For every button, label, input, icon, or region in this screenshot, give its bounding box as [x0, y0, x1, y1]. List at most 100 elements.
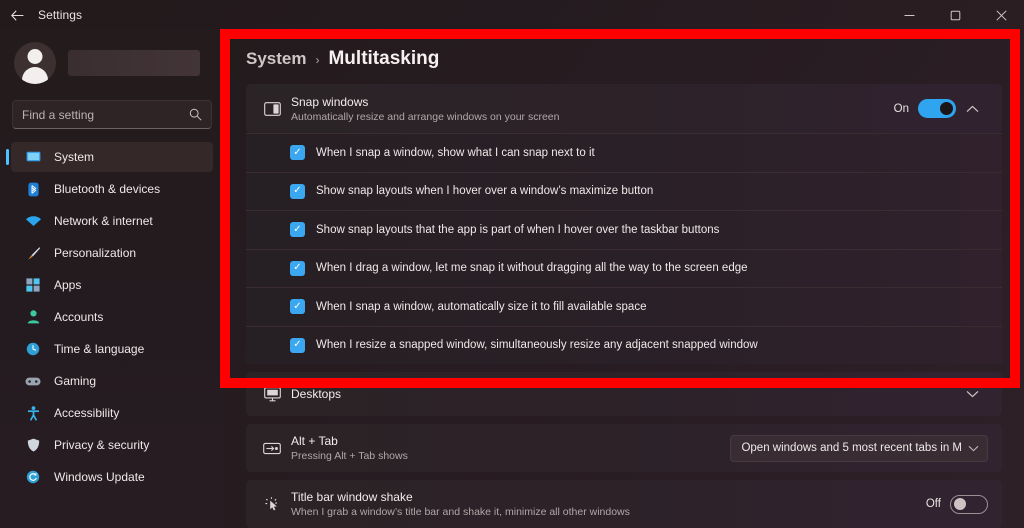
snap-windows-toggle-state: On [893, 102, 909, 115]
sidebar-item-apps[interactable]: Apps [11, 270, 213, 300]
main-content: System › Multitasking Snap windows Autom… [224, 30, 1024, 528]
snap-option-row[interactable]: ✓ Show snap layouts that the app is part… [246, 210, 1002, 249]
sidebar-item-label: Privacy & security [54, 438, 150, 452]
snap-option-label: When I snap a window, show what I can sn… [316, 146, 595, 159]
snap-option-row[interactable]: ✓ When I drag a window, let me snap it w… [246, 248, 1002, 287]
sidebar-item-bluetooth-devices[interactable]: Bluetooth & devices [11, 174, 213, 204]
title-bar-shake-title: Title bar window shake [291, 490, 413, 504]
snap-option-label: When I resize a snapped window, simultan… [316, 339, 758, 352]
sidebar-item-label: Personalization [54, 246, 137, 260]
sidebar-nav: System Bluetooth & devices Network & int… [0, 142, 224, 492]
chevron-down-icon[interactable] [966, 390, 988, 398]
paintbrush-icon [23, 244, 43, 262]
snap-option-label: Show snap layouts when I hover over a wi… [316, 185, 654, 198]
snap-option-row[interactable]: ✓ Show snap layouts when I hover over a … [246, 171, 1002, 210]
chevron-down-icon [968, 445, 979, 452]
sidebar-item-accessibility[interactable]: Accessibility [11, 398, 213, 428]
search-icon [189, 108, 202, 121]
sidebar-item-network-internet[interactable]: Network & internet [11, 206, 213, 236]
person-icon [23, 308, 43, 326]
desktops-text: Desktops [291, 387, 956, 401]
checkbox-checked[interactable]: ✓ [290, 299, 305, 315]
alt-tab-dropdown[interactable]: Open windows and 5 most recent tabs in M [730, 434, 988, 462]
snap-windows-card-header[interactable]: Snap windows Automatically resize and ar… [246, 84, 1002, 133]
alt-tab-text: Alt + Tab Pressing Alt + Tab shows [291, 434, 730, 462]
minimize-button[interactable] [886, 0, 932, 30]
snap-layout-icon [259, 101, 285, 116]
breadcrumb: System › Multitasking [224, 30, 1024, 70]
title-bar-shake-row[interactable]: Title bar window shake When I grab a win… [246, 480, 1002, 528]
sidebar-item-privacy-security[interactable]: Privacy & security [11, 430, 213, 460]
desktops-title: Desktops [291, 387, 342, 401]
breadcrumb-parent[interactable]: System [246, 49, 306, 69]
snap-windows-title: Snap windows [291, 94, 369, 109]
refresh-circle-icon [23, 468, 43, 486]
search-input[interactable]: Find a setting [12, 100, 212, 129]
minimize-icon [904, 14, 914, 16]
wifi-icon [23, 212, 43, 230]
snap-option-row[interactable]: ✓ When I resize a snapped window, simult… [246, 325, 1002, 364]
snap-windows-toggle[interactable] [918, 99, 956, 118]
sidebar-item-gaming[interactable]: Gaming [11, 366, 213, 396]
sidebar-item-label: System [54, 150, 95, 164]
close-button[interactable] [978, 0, 1024, 30]
maximize-button[interactable] [932, 0, 978, 30]
sidebar-item-label: Accounts [54, 310, 104, 324]
desktops-icon [259, 386, 285, 402]
checkbox-checked[interactable]: ✓ [290, 337, 305, 353]
title-bar: Settings [0, 0, 1024, 30]
desktops-row[interactable]: Desktops [246, 372, 1002, 416]
sidebar: Find a setting System Bluetooth & device… [0, 30, 224, 528]
sidebar-item-windows-update[interactable]: Windows Update [11, 462, 213, 492]
breadcrumb-separator: › [315, 53, 320, 67]
chevron-up-icon[interactable] [966, 105, 988, 113]
snap-option-label: When I snap a window, automatically size… [316, 300, 647, 313]
snap-option-row[interactable]: ✓ When I snap a window, automatically si… [246, 287, 1002, 326]
back-button[interactable] [0, 0, 34, 30]
shield-icon [23, 436, 43, 454]
apps-grid-icon [23, 276, 43, 294]
arrow-left-icon [10, 9, 23, 21]
cursor-shake-icon [259, 496, 285, 512]
checkbox-checked[interactable]: ✓ [290, 260, 305, 276]
sidebar-item-label: Bluetooth & devices [54, 182, 161, 196]
title-bar-shake-text: Title bar window shake When I grab a win… [291, 490, 926, 518]
sidebar-item-label: Apps [54, 278, 82, 292]
alt-tab-icon [259, 442, 285, 455]
snap-option-row[interactable]: ✓ When I snap a window, show what I can … [246, 133, 1002, 172]
alt-tab-dropdown-value: Open windows and 5 most recent tabs in M [741, 442, 962, 454]
settings-window: Settings Find a setting System Bluetooth… [0, 0, 1024, 528]
sidebar-item-personalization[interactable]: Personalization [11, 238, 213, 268]
sidebar-item-accounts[interactable]: Accounts [11, 302, 213, 332]
window-title: Settings [38, 8, 83, 22]
snap-windows-text: Snap windows Automatically resize and ar… [291, 95, 894, 123]
sidebar-item-system[interactable]: System [6, 142, 213, 172]
sidebar-item-label: Windows Update [54, 470, 145, 484]
title-bar-shake-toggle[interactable] [950, 494, 988, 514]
snap-option-label: Show snap layouts that the app is part o… [316, 223, 720, 236]
monitor-icon [23, 148, 43, 166]
sidebar-item-label: Time & language [54, 342, 145, 356]
checkbox-checked[interactable]: ✓ [290, 183, 305, 199]
maximize-icon [950, 10, 960, 20]
snap-windows-subtitle: Automatically resize and arrange windows… [291, 110, 560, 123]
title-bar-shake-subtitle: When I grab a window’s title bar and sha… [291, 506, 630, 518]
checkbox-checked[interactable]: ✓ [290, 222, 305, 238]
title-bar-shake-toggle-state: Off [925, 498, 941, 510]
window-controls [886, 0, 1024, 30]
alt-tab-row[interactable]: Alt + Tab Pressing Alt + Tab shows Open … [246, 424, 1002, 472]
search-placeholder: Find a setting [22, 107, 95, 122]
clock-icon [23, 340, 43, 358]
accessibility-person-icon [23, 404, 43, 422]
settings-cards: Snap windows Automatically resize and ar… [224, 70, 1024, 528]
avatar [14, 42, 56, 84]
sidebar-item-time-language[interactable]: Time & language [11, 334, 213, 364]
account-name-redacted [68, 50, 200, 76]
alt-tab-title: Alt + Tab [291, 434, 338, 448]
sidebar-item-label: Network & internet [54, 214, 153, 228]
account-profile[interactable] [0, 30, 224, 94]
checkbox-checked[interactable]: ✓ [290, 145, 305, 161]
gamepad-icon [23, 372, 43, 390]
bluetooth-icon [23, 180, 43, 198]
alt-tab-subtitle: Pressing Alt + Tab shows [291, 450, 408, 462]
